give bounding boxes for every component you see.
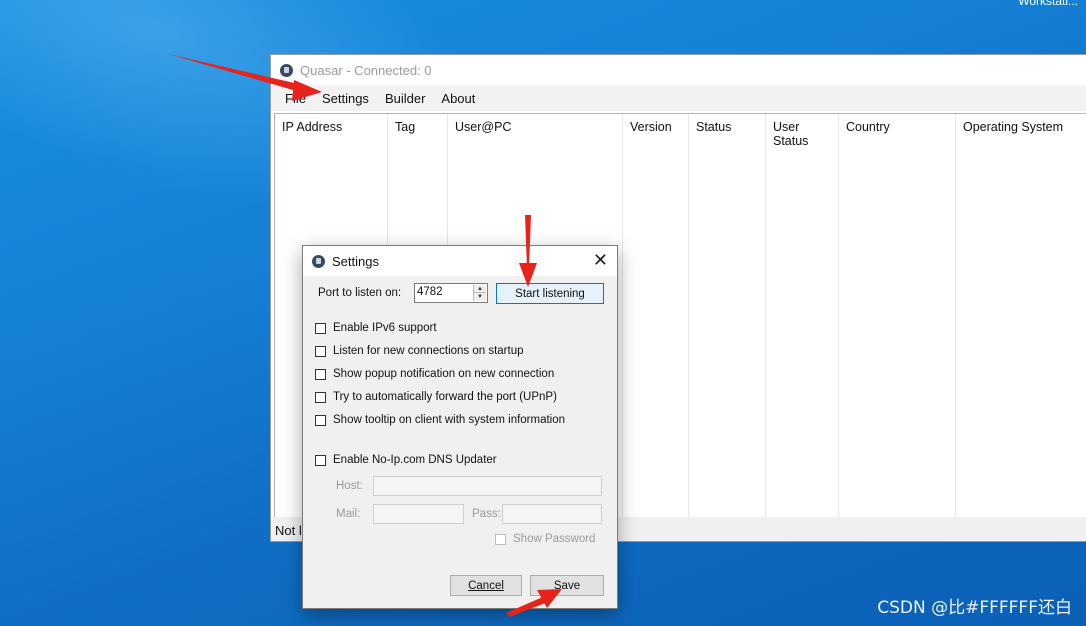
column-header-version[interactable]: Version bbox=[623, 114, 689, 517]
stepper-buttons: ▲ ▼ bbox=[473, 285, 486, 301]
menu-file[interactable]: File bbox=[277, 91, 314, 106]
checkbox-ipv6[interactable] bbox=[315, 322, 326, 334]
checkbox-noip[interactable] bbox=[315, 454, 326, 466]
close-icon[interactable]: ✕ bbox=[593, 251, 608, 269]
cancel-button[interactable]: Cancel bbox=[450, 575, 522, 596]
stepper-down-icon[interactable]: ▼ bbox=[474, 293, 486, 301]
checkbox-tooltip[interactable] bbox=[315, 414, 326, 426]
option-listen-startup[interactable]: Listen for new connections on startup bbox=[315, 345, 524, 357]
option-label: Try to automatically forward the port (U… bbox=[333, 391, 557, 403]
show-password-option: Show Password bbox=[495, 533, 595, 545]
column-header-status[interactable]: Status bbox=[689, 114, 766, 517]
quasar-app-icon bbox=[280, 63, 293, 77]
checkbox-listen-startup[interactable] bbox=[315, 345, 326, 357]
save-label: Save bbox=[553, 579, 581, 592]
menu-bar: File Settings Builder About bbox=[271, 85, 1086, 111]
port-value[interactable]: 4782 bbox=[417, 286, 443, 298]
main-titlebar: Quasar - Connected: 0 bbox=[271, 55, 1086, 85]
dialog-titlebar: Settings ✕ bbox=[303, 246, 617, 276]
status-text: Not l bbox=[275, 523, 302, 538]
option-label: Show tooltip on client with system infor… bbox=[333, 414, 566, 426]
show-password-label: Show Password bbox=[513, 533, 596, 545]
save-button[interactable]: Save bbox=[530, 575, 604, 596]
desktop-corner-label: Workstati... bbox=[1018, 0, 1078, 8]
host-field bbox=[373, 476, 602, 496]
menu-about[interactable]: About bbox=[433, 91, 483, 106]
option-label: Enable IPv6 support bbox=[333, 322, 437, 334]
cancel-label: Cancel bbox=[468, 579, 504, 592]
pass-label: Pass: bbox=[472, 508, 501, 520]
menu-builder[interactable]: Builder bbox=[377, 91, 433, 106]
option-ipv6[interactable]: Enable IPv6 support bbox=[315, 322, 437, 334]
stepper-up-icon[interactable]: ▲ bbox=[474, 285, 486, 293]
option-upnp[interactable]: Try to automatically forward the port (U… bbox=[315, 391, 557, 403]
checkbox-show-password bbox=[495, 533, 506, 545]
port-label: Port to listen on: bbox=[318, 287, 402, 299]
option-label: Listen for new connections on startup bbox=[333, 345, 524, 357]
option-popup-notification[interactable]: Show popup notification on new connectio… bbox=[315, 368, 554, 380]
menu-settings[interactable]: Settings bbox=[314, 91, 377, 106]
settings-dialog: Settings ✕ Port to listen on: 4782 ▲ ▼ S… bbox=[302, 245, 618, 609]
option-tooltip[interactable]: Show tooltip on client with system infor… bbox=[315, 414, 565, 426]
csdn-watermark: CSDN @比#FFFFFF还白 bbox=[877, 598, 1072, 618]
column-header-country[interactable]: Country bbox=[839, 114, 956, 517]
port-stepper[interactable]: 4782 ▲ ▼ bbox=[414, 283, 488, 303]
checkbox-popup-notification[interactable] bbox=[315, 368, 326, 380]
option-noip[interactable]: Enable No-Ip.com DNS Updater bbox=[315, 454, 497, 466]
pass-field bbox=[502, 504, 602, 524]
mail-label: Mail: bbox=[336, 508, 361, 520]
start-listening-label: Start listening bbox=[515, 287, 585, 300]
start-listening-button[interactable]: Start listening bbox=[496, 283, 604, 304]
checkbox-upnp[interactable] bbox=[315, 391, 326, 403]
option-label: Enable No-Ip.com DNS Updater bbox=[333, 454, 497, 466]
column-header-os[interactable]: Operating System bbox=[956, 114, 1086, 517]
window-title: Quasar - Connected: 0 bbox=[300, 62, 432, 78]
host-label: Host: bbox=[336, 480, 363, 492]
column-header-user-status[interactable]: User Status bbox=[766, 114, 839, 517]
option-label: Show popup notification on new connectio… bbox=[333, 368, 555, 380]
mail-field bbox=[373, 504, 464, 524]
dialog-title: Settings bbox=[332, 253, 379, 269]
quasar-app-icon bbox=[312, 254, 325, 268]
